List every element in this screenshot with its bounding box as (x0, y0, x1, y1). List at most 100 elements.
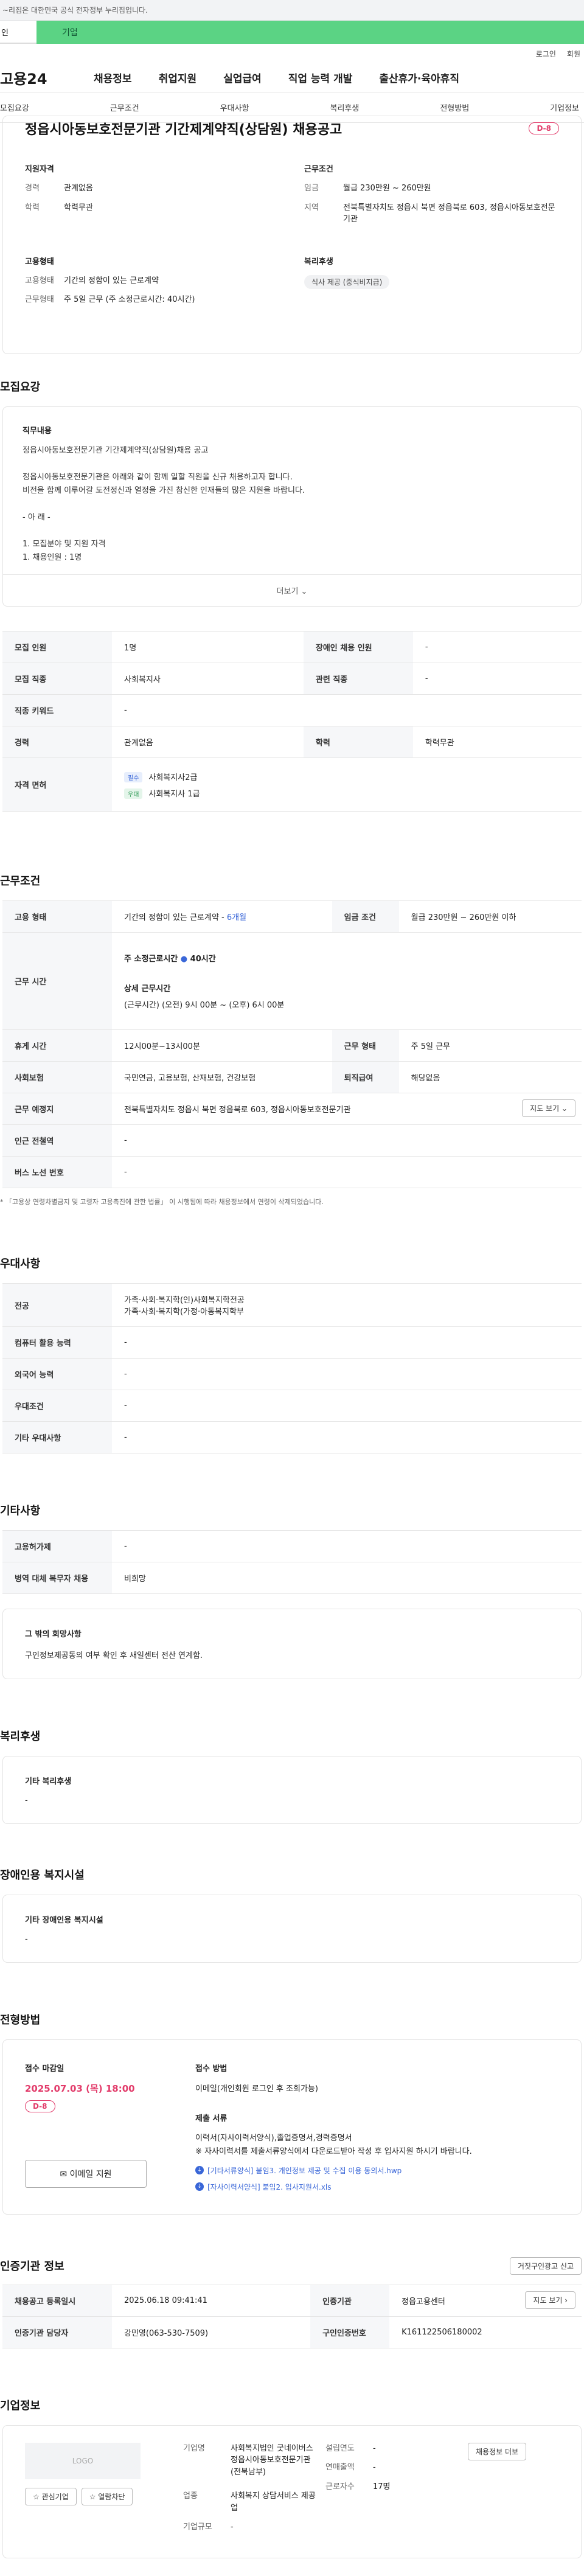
file-1-name: [기타서류양식] 붙임3. 개인정보 제공 및 수집 이용 동의서.hwp (207, 2166, 402, 2175)
email-apply-button[interactable]: ✉ 이메일 지원 (25, 2160, 147, 2188)
cond-value: - (112, 1390, 582, 1422)
table-row: 직종 키워드 - (2, 694, 582, 727)
keyword-label: 직종 키워드 (2, 694, 112, 727)
keyword-value: - (112, 694, 582, 727)
date-label: 채용공고 등록일시 (2, 2285, 112, 2317)
table-row: 버스 노선 번호 - (2, 1156, 582, 1189)
tab-person[interactable]: 인 (0, 21, 36, 44)
disabled-value: - (412, 631, 582, 664)
recruit-table: 모집 인원 1명 장애인 채용 인원 - 모집 직종 사회복지사 관련 직종 -… (2, 631, 582, 812)
mail-icon: ✉ (60, 2170, 68, 2180)
major-1: 가족·사회·복지학(인)사회복지학전공 (124, 1296, 245, 1306)
pref-table: 전공 가족·사회·복지학(인)사회복지학전공 가족·사회·복지학(가정·아동복지학… (2, 1283, 582, 1454)
deadline-date: 2025.07.03 (목) 18:00 (25, 2083, 135, 2095)
desc-line: - 아 래 - (23, 512, 50, 522)
more-jobs-button[interactable]: 채용정보 더보 (468, 2442, 527, 2460)
emp-label: 고용 형태 (2, 900, 112, 933)
table-row: 모집 직종 사회복지사 관련 직종 - (2, 663, 582, 695)
deadline-head: 접수 마감일 (25, 2064, 64, 2074)
subnav-condition[interactable]: 근무조건 (110, 102, 139, 113)
table-row: 우대조건 - (2, 1390, 582, 1422)
subnav-recruit[interactable]: 모집요강 (0, 102, 29, 113)
retire-label: 퇴직급여 (332, 1061, 399, 1094)
detail-hours: (근무시간) (오전) 9시 00분 ~ (오후) 6시 00분 (124, 1001, 285, 1011)
favorite-company-button[interactable]: ☆ 관심기업 (25, 2487, 77, 2505)
login-link[interactable]: 로그인 (536, 49, 556, 59)
company-section-title: 기업정보 (0, 2399, 41, 2412)
condition-table: 고용 형태 기간의 정함이 있는 근로계약 - 6개월 임금 조건 월급 230… (2, 900, 582, 1189)
related-label: 관련 직종 (303, 663, 413, 695)
summary-grid: 지원자격 경력 관계없음 학력 학력무관 근무조건 임금 월급 230만원 ~ 260… (25, 162, 559, 335)
time-label: 근무 시간 (2, 932, 112, 1031)
table-row: 근무 예정지 전북특별자치도 정읍시 북면 정읍북로 603, 정읍시아동보호전… (2, 1093, 582, 1126)
subnav-process[interactable]: 전형방법 (440, 102, 469, 113)
site-logo[interactable]: 고용24 (0, 67, 67, 88)
job-value: 사회복지사 (112, 663, 304, 695)
pref-section-title: 우대사항 (0, 1258, 41, 1271)
career-value: 관계없음 (64, 184, 93, 193)
file-link-1[interactable]: ↓ [기타서류양식] 붙임3. 개인정보 제공 및 수집 이용 동의서.hwp (195, 2165, 559, 2176)
size-value: - (231, 2522, 234, 2532)
disabled-label: 장애인 채용 인원 (303, 631, 413, 664)
cond-label: 우대조건 (2, 1390, 112, 1422)
welfare-head: 기타 복리후생 (25, 1777, 72, 1787)
subnav-company[interactable]: 기업정보 (550, 102, 579, 113)
employees-label: 근로자수 (325, 2482, 355, 2491)
agency-header: 인증기관 정보 거짓구인광고 신고 (0, 2257, 584, 2275)
time-value: 주 소정근로시간 ● 40시간 상세 근무시간 (근무시간) (오전) 9시 0… (112, 932, 582, 1031)
table-row: 병역 대체 복무자 채용 비희망 (2, 1562, 582, 1595)
employees-value: 17명 (373, 2482, 391, 2491)
docs-head: 제출 서류 (195, 2114, 228, 2124)
more-button[interactable]: 더보기 ⌄ (3, 574, 581, 606)
deadline-block: 접수 마감일 2025.07.03 (목) 18:00 D-8 ✉ 이메일 지원 (25, 2062, 195, 2191)
worktype-value: 주 5일 근무 (주 소정근로시간: 40시간) (64, 295, 195, 304)
major-label: 전공 (2, 1283, 112, 1328)
revenue-value: - (373, 2463, 376, 2473)
gov-value: - (112, 1530, 582, 1563)
company-name: 사회복지법인 굿네이버스 정읍시아동보호전문기관(전북남부) (231, 2443, 313, 2477)
map-button[interactable]: 지도 보기 ⌄ (522, 1099, 575, 1118)
desc-line: 1. 채용인원 : 1명 (23, 553, 82, 563)
block-company-button[interactable]: ☆ 열람차단 (81, 2487, 133, 2505)
wish-head: 그 밖의 희망사항 (25, 1630, 82, 1640)
computer-label: 컴퓨터 활용 능력 (2, 1326, 112, 1359)
major-2: 가족·사회·복지학(가정·아동복지학부 (124, 1307, 244, 1317)
detail-head: 상세 근무시간 (124, 984, 171, 994)
gnb-employment-support[interactable]: 취업지원 (159, 70, 197, 85)
edu-value: 학력무관 (412, 726, 582, 759)
disability-card: 기타 장애인용 복지시설 - (2, 1895, 582, 1963)
edu-label: 학력 (303, 726, 413, 759)
emptype-label: 고용형태 (25, 276, 54, 285)
subnav-preference[interactable]: 우대사항 (220, 102, 249, 113)
table-row: 외국어 능력 - (2, 1358, 582, 1391)
manager-label: 인증기관 담당자 (2, 2316, 112, 2348)
global-nav: 고용24 채용정보 취업지원 실업급여 직업 능력 개발 출산휴가·육아휴직 (0, 63, 584, 92)
revenue-label: 연매출액 (325, 2463, 355, 2473)
license-1: 사회복지사2급 (148, 773, 198, 782)
gnb-unemployment-benefit[interactable]: 실업급여 (223, 70, 262, 85)
wish-value: 구인정보제공동의 여부 확인 후 새일센터 전산 연계함. (25, 1651, 203, 1661)
agency-map-button[interactable]: 지도 보기 › (525, 2291, 575, 2309)
gov-label: 고용허가제 (2, 1530, 112, 1563)
gnb-leave[interactable]: 출산휴가·육아휴직 (379, 70, 459, 85)
edu-label: 학력 (25, 203, 40, 212)
tab-company[interactable]: 기업 (36, 21, 584, 44)
code-label: 구인인증번호 (310, 2316, 390, 2348)
lang-value: - (112, 1358, 582, 1391)
file-link-2[interactable]: ↓ [자사이력서양식] 붙임2. 입사지원서.xls (195, 2182, 559, 2192)
report-button[interactable]: 거짓구인광고 신고 (509, 2257, 582, 2275)
join-link[interactable]: 회원 (567, 49, 580, 59)
desc-line: 1. 모집분야 및 지원 자격 (23, 540, 106, 549)
table-row: 인근 전철역 - (2, 1124, 582, 1157)
count-label: 모집 인원 (2, 631, 112, 664)
agency-section-title: 인증기관 정보 (0, 2260, 64, 2274)
org-text: 정읍고용센터 (401, 2297, 445, 2306)
subnav-welfare[interactable]: 복리후생 (330, 102, 359, 113)
loc-label: 지역 (304, 203, 319, 212)
gnb-training[interactable]: 직업 능력 개발 (288, 70, 353, 85)
gnb-jobs[interactable]: 채용정보 (94, 70, 132, 85)
form-value: 주 5일 근무 (398, 1029, 582, 1062)
company-card: LOGO ☆ 관심기업 ☆ 열람차단 기업명 사회복지법인 굿네이버스 정읍시아동… (2, 2425, 582, 2558)
company-actions: 채용정보 더보 (468, 2442, 559, 2541)
method-value: 이메일(개인회원 로그인 후 조회가능) (195, 2084, 318, 2094)
